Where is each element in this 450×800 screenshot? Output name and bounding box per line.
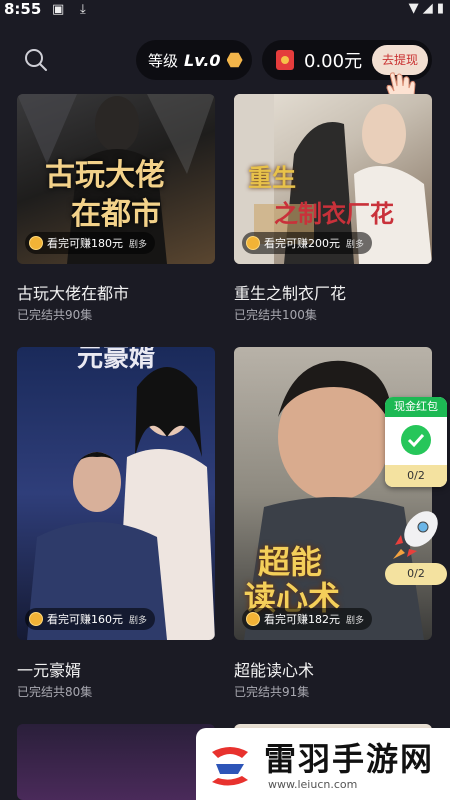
level-badge[interactable]: 等级 Lv.0	[136, 40, 252, 80]
status-bar: 8:55 ▣ ⤓ ▼ ◢ ▮	[0, 0, 450, 22]
drama-title[interactable]: 重生之制衣厂花	[234, 280, 346, 304]
drama-title[interactable]: 古玩大佬在都市	[17, 280, 129, 304]
drama-card[interactable]: 古玩大佬 在都市 看完可赚180元 剧多 古玩大佬在都市 已完结共90集	[17, 94, 215, 334]
watermark-logo	[212, 747, 248, 786]
cash-widget-label: 现金红包	[385, 397, 447, 417]
reward-more: 剧多	[346, 615, 365, 626]
drama-poster[interactable]: 古玩大佬 在都市 看完可赚180元 剧多	[17, 94, 215, 264]
signal-battery-icon: ▼ ◢ ▮	[408, 1, 444, 16]
wechat-icon	[401, 425, 431, 455]
poster-title-line-1: 古玩大佬	[45, 158, 165, 193]
drama-poster[interactable]: 重生 之制衣厂花 看完可赚200元 剧多	[234, 94, 432, 264]
level-label: 等级	[148, 51, 179, 70]
reward-more: 剧多	[346, 239, 365, 250]
drama-episodes: 已完结共91集	[234, 685, 310, 699]
drama-title[interactable]: 超能读心术	[234, 657, 314, 681]
drama-episodes: 已完结共80集	[17, 685, 93, 699]
balance-value: 0.00元	[304, 51, 363, 72]
cash-widget-progress: 0/2	[385, 465, 447, 487]
rocket-reward-widget[interactable]: 0/2	[385, 505, 447, 585]
reward-tag: 看完可赚182元 剧多	[242, 608, 373, 630]
reward-tag: 看完可赚160元 剧多	[25, 608, 156, 630]
drama-card[interactable]: 重生 之制衣厂花 看完可赚200元 剧多 重生之制衣厂花 已完结共100集	[234, 94, 432, 334]
coin-icon	[29, 236, 43, 250]
drama-poster[interactable]: 元豪婿 看完可赚160元 剧多	[17, 347, 215, 640]
search-icon[interactable]	[24, 48, 48, 72]
reward-text: 看完可赚182元	[264, 613, 340, 626]
poster-art	[27, 367, 215, 640]
level-gem-icon	[226, 52, 243, 68]
coin-icon	[246, 236, 260, 250]
reward-more: 剧多	[129, 239, 148, 250]
poster-title-line-2: 在都市	[71, 197, 161, 232]
rocket-widget-progress: 0/2	[385, 563, 447, 585]
poster-title-line-2: 之制衣厂花	[274, 199, 394, 228]
poster-title-line-1: 元豪婿	[77, 347, 156, 373]
red-envelope-icon	[276, 50, 294, 70]
coin-icon	[29, 612, 43, 626]
drama-title[interactable]: 一元豪婿	[17, 657, 81, 681]
drama-card[interactable]: 元豪婿 看完可赚160元 剧多 一元豪婿 已完结共80集	[17, 347, 215, 707]
watermark-name: 雷羽手游网	[264, 740, 435, 778]
reward-text: 看完可赚180元	[47, 237, 123, 250]
download-icon: ⤓	[80, 2, 86, 17]
reward-text: 看完可赚160元	[47, 613, 123, 626]
reward-tag: 看完可赚200元 剧多	[242, 232, 373, 254]
watermark-url: www.leiucn.com	[268, 778, 358, 791]
coin-icon	[246, 612, 260, 626]
poster-title-line-1: 重生	[248, 163, 296, 192]
drama-episodes: 已完结共90集	[17, 308, 93, 322]
notification-icon: ▣	[52, 2, 65, 17]
drama-poster[interactable]: 超能 读心术 看完可赚182元 剧多	[234, 347, 432, 640]
reward-tag: 看完可赚180元 剧多	[25, 232, 156, 254]
rocket-icon	[393, 511, 438, 559]
status-time: 8:55	[4, 0, 42, 18]
drama-poster[interactable]	[17, 724, 215, 800]
reward-more: 剧多	[129, 615, 148, 626]
reward-text: 看完可赚200元	[264, 237, 340, 250]
level-value: Lv.0	[184, 50, 221, 70]
cash-redpacket-widget[interactable]: 现金红包 0/2	[385, 397, 447, 487]
drama-episodes: 已完结共100集	[234, 308, 317, 322]
watermark: 雷羽手游网 www.leiucn.com	[196, 728, 450, 800]
